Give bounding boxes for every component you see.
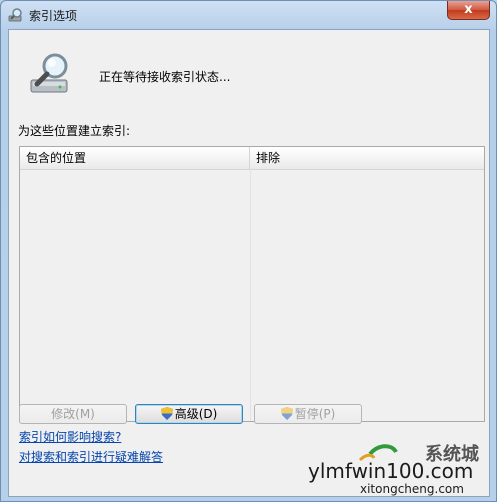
locations-label: 为这些位置建立索引: — [18, 124, 131, 138]
dialog-client-area: 正在等待接收索引状态... 为这些位置建立索引: 包含的位置 排除 修改(M) … — [8, 29, 490, 497]
advanced-button-label: 高级(D) — [174, 407, 218, 421]
title-bar[interactable]: 索引选项 x — [1, 1, 496, 29]
list-header: 包含的位置 排除 — [20, 147, 484, 170]
close-icon: x — [464, 2, 473, 17]
column-header-included[interactable]: 包含的位置 — [20, 147, 250, 169]
window-title: 索引选项 — [29, 9, 78, 23]
uac-shield-icon — [160, 407, 173, 420]
site-watermark: 系统城 ylmfwin100.com xitongcheng.com — [308, 443, 479, 496]
modify-button[interactable]: 修改(M) — [19, 404, 127, 424]
pause-button-label: 暂停(P) — [294, 407, 336, 421]
index-options-window: 索引选项 x 正在等待接收索引状态... 为这些位置建立索引: 包含的位置 排除… — [0, 0, 497, 502]
index-status-text: 正在等待接收索引状态... — [99, 70, 231, 84]
search-index-icon — [8, 8, 22, 22]
magnifier-drive-icon — [30, 53, 68, 93]
watermark-main-text: ylmfwin100.com — [308, 459, 473, 483]
watermark-sub-text: xitongcheng.com — [360, 482, 464, 496]
column-divider — [250, 169, 251, 421]
close-button[interactable]: x — [447, 1, 490, 20]
index-locations-list[interactable]: 包含的位置 排除 — [19, 146, 485, 422]
how-index-affects-search-link[interactable]: 索引如何影响搜索? — [19, 428, 121, 445]
troubleshoot-link[interactable]: 对搜索和索引进行疑难解答 — [19, 448, 163, 465]
pause-button[interactable]: 暂停(P) — [254, 404, 362, 424]
advanced-button[interactable]: 高级(D) — [135, 404, 243, 424]
column-header-excluded[interactable]: 排除 — [250, 147, 484, 169]
uac-shield-icon — [280, 407, 293, 420]
